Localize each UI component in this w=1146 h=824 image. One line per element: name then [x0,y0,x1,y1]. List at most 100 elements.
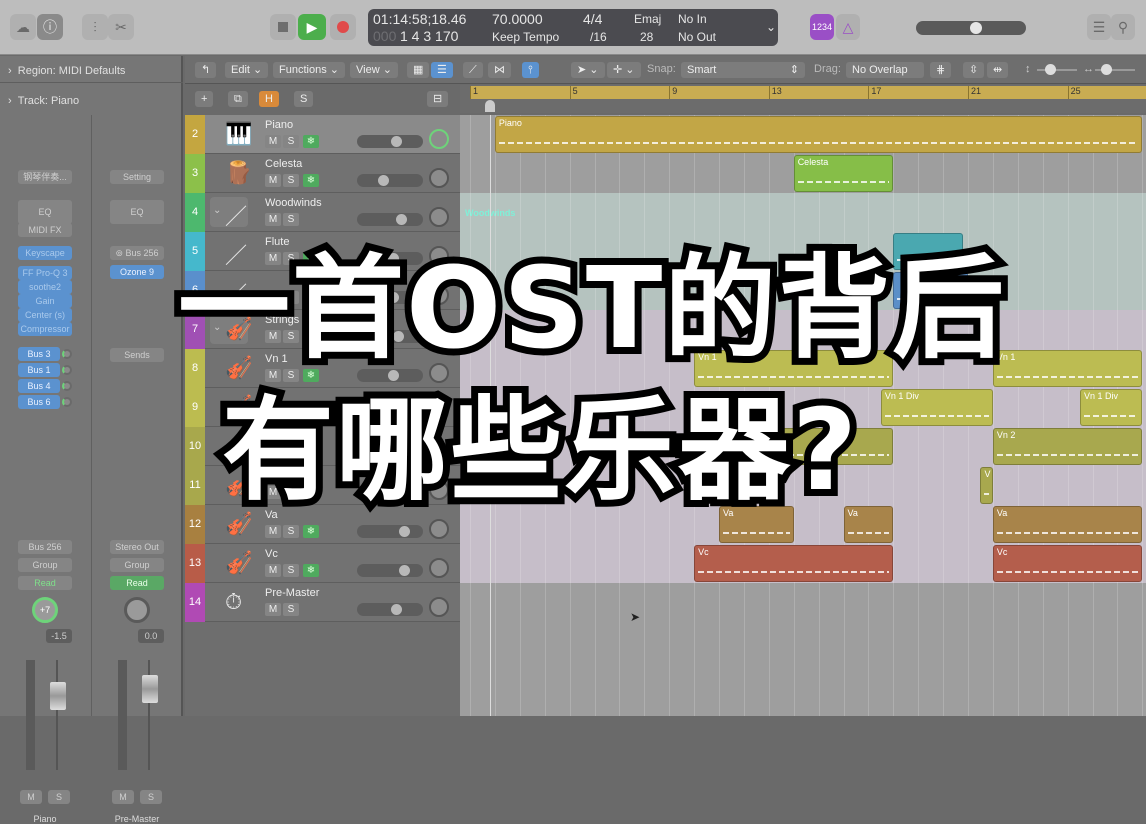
send-slot[interactable]: Bus 6 [18,395,60,409]
volume-knob[interactable] [388,409,400,420]
send-level-knob[interactable] [62,349,72,359]
waveform-zoom-icon[interactable]: ⋕ [930,62,952,78]
play-button[interactable]: ▶ [298,14,326,40]
mute-button[interactable]: M [265,447,281,460]
grid-view-icon[interactable]: ▦ [407,62,430,78]
freeze-icon[interactable]: ❄ [303,447,319,460]
plugin-slot[interactable]: Gain [18,294,72,308]
volume-slider[interactable] [357,369,423,382]
master-volume-knob[interactable] [969,22,982,34]
mute-button[interactable]: M [265,369,281,382]
pointer-tool[interactable]: ➤ ⌄ [571,62,605,78]
midi-region[interactable]: Va [843,506,894,543]
automation-icon[interactable]: ⟋ [463,62,483,78]
midi-region[interactable]: Va [992,506,1143,543]
slider-knob[interactable] [1045,64,1056,75]
mute-button[interactable]: M [265,408,281,421]
pan-knob[interactable] [429,207,449,227]
list-icon[interactable]: ☰ [1087,14,1111,40]
plugin-slot[interactable]: soothe2 [18,280,72,294]
lcd-display[interactable]: 01:14:58;18.46 000 1 4 3 170 70.0000 Kee… [368,9,778,46]
midi-fx-slot[interactable]: MIDI FX [18,223,72,237]
solo-button[interactable]: S [283,369,299,382]
volume-slider[interactable] [357,213,423,226]
track-inspector-toggle[interactable]: › Track: Piano [8,95,79,107]
eq-button[interactable]: EQ [18,200,72,224]
track-row[interactable]: 11 🎻 Vn 2 M S ❄ [185,466,460,505]
volume-knob[interactable] [388,292,400,303]
midi-region[interactable]: Celesta [793,155,894,192]
volume-fader[interactable] [50,682,66,710]
plugin-slot[interactable]: Center (s) [18,308,72,322]
solo-button[interactable]: S [283,330,299,343]
track-row[interactable]: 13 🎻 Vc M S ❄ [185,544,460,583]
mute-button[interactable]: M [265,135,281,148]
solo-all-button[interactable]: S [294,91,314,107]
volume-knob[interactable] [390,136,402,147]
volume-slider[interactable] [357,135,423,148]
horizontal-fit-icon[interactable]: ⇹ [987,62,1009,78]
vertical-fit-icon[interactable]: ⇳ [963,62,985,78]
midi-region[interactable]: Vn 2 [992,428,1143,465]
sends-label[interactable]: Sends [110,348,164,362]
group-slot[interactable]: Group [18,558,72,572]
group-slot[interactable]: Group [110,558,164,572]
volume-knob[interactable] [388,253,400,264]
volume-knob[interactable] [398,526,410,537]
freeze-icon[interactable]: ❄ [303,564,319,577]
mute-button[interactable]: M [112,790,134,804]
region-inspector-toggle[interactable]: › Region: MIDI Defaults [8,65,125,77]
pan-knob[interactable] [124,597,150,623]
volume-slider[interactable] [357,408,423,421]
eq-button[interactable]: EQ [110,200,164,224]
instrument-slot[interactable]: Keyscape [18,246,72,260]
playhead[interactable] [490,115,491,716]
pan-knob[interactable] [429,480,449,500]
solo-button[interactable]: S [140,790,162,804]
freeze-icon[interactable]: ❄ [303,486,319,499]
solo-button[interactable]: S [283,291,299,304]
scissors-icon[interactable]: ✂ [108,14,134,40]
library-icon[interactable]: ☁ [10,14,36,40]
volume-knob[interactable] [393,331,405,342]
setting-button[interactable]: 钢琴伴奏... [18,170,72,184]
track-row[interactable]: 6 ／ M S ❄ [185,271,460,310]
global-tracks-icon[interactable]: ⊟ [427,91,449,107]
pan-knob[interactable] [429,519,449,539]
edit-menu[interactable]: Edit ⌄ [225,62,269,78]
catch-icon[interactable]: ⫯ [522,62,539,78]
solo-button[interactable]: S [283,525,299,538]
mute-button[interactable]: M [265,213,281,226]
midi-region[interactable]: Vn 1 Div [880,389,993,426]
pan-knob[interactable] [429,558,449,578]
pencil-tool[interactable]: ✛ ⌄ [607,62,641,78]
send-slot[interactable]: Bus 4 [18,379,60,393]
midi-region[interactable]: Va [719,506,794,543]
playhead-handle[interactable] [485,100,495,112]
midi-region[interactable]: Vc [992,545,1143,582]
track-row[interactable]: 7 ⌄ 🎻 Strings M S [185,310,460,349]
track-row[interactable]: 8 🎻 Vn 1 M S ❄ [185,349,460,388]
solo-button[interactable]: S [283,447,299,460]
send-level-knob[interactable] [62,381,72,391]
volume-knob[interactable] [377,175,389,186]
send-level-knob[interactable] [62,397,72,407]
solo-button[interactable]: S [283,603,299,616]
pan-knob[interactable] [429,285,449,305]
freeze-icon[interactable]: ❄ [303,369,319,382]
freeze-icon[interactable]: ❄ [303,252,319,265]
record-button[interactable] [330,14,356,40]
slider-knob[interactable] [1101,64,1112,75]
stop-button[interactable] [270,14,296,40]
input-slot[interactable]: ⊚ Bus 256 [110,246,164,260]
solo-button[interactable]: S [48,790,70,804]
send-slot[interactable]: Bus 1 [18,363,60,377]
freeze-icon[interactable]: ❄ [303,525,319,538]
mute-button[interactable]: M [265,291,281,304]
midi-region[interactable] [893,272,968,309]
automation-mode[interactable]: Read [18,576,72,590]
volume-slider[interactable] [357,330,423,343]
info-icon[interactable]: ⓘ [37,14,63,40]
mute-button[interactable]: M [265,486,281,499]
midi-region[interactable]: Vn 1 Div [1080,389,1143,426]
